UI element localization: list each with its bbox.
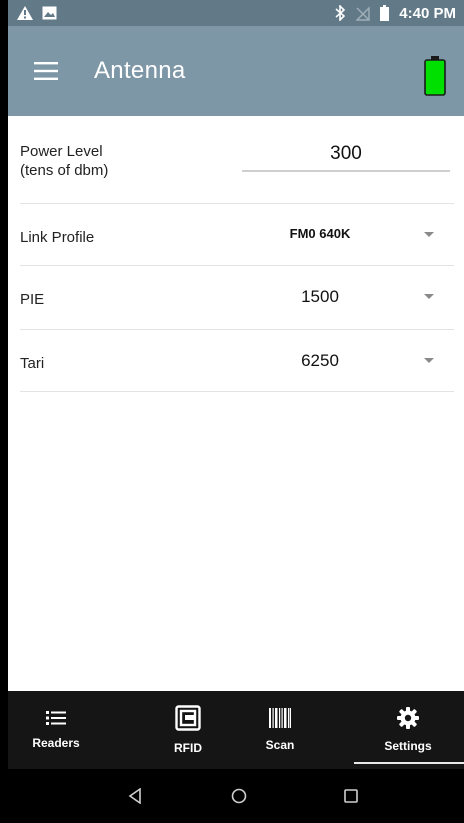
back-icon[interactable] — [120, 781, 150, 811]
gallery-icon — [42, 6, 57, 20]
nav-readers-label: Readers — [32, 736, 80, 750]
nav-settings-label: Settings — [384, 739, 432, 753]
chevron-down-icon[interactable] — [424, 358, 434, 363]
rfid-icon — [175, 705, 201, 736]
tari-row[interactable]: Tari 6250 — [20, 330, 454, 392]
tari-label: Tari — [20, 355, 45, 372]
battery-icon — [380, 5, 390, 21]
pie-value[interactable]: 1500 — [270, 287, 370, 307]
home-icon[interactable] — [224, 781, 254, 811]
nav-scan[interactable]: Scan — [240, 691, 320, 769]
link-profile-row[interactable]: Link Profile FM0 640K — [20, 204, 454, 266]
link-profile-label: Link Profile — [20, 229, 95, 246]
link-profile-value[interactable]: FM0 640K — [270, 226, 370, 241]
status-time: 4:40 PM — [399, 4, 456, 22]
power-level-input[interactable] — [242, 138, 450, 172]
system-navigation-bar — [8, 769, 464, 823]
app-screen: 4:40 PM Antenna Power Level (tens of dbm… — [8, 0, 464, 823]
no-sim-icon — [356, 5, 370, 21]
chevron-down-icon[interactable] — [424, 294, 434, 299]
warning-icon — [16, 5, 34, 21]
chevron-down-icon[interactable] — [424, 232, 434, 237]
page-title: Antenna — [94, 57, 186, 84]
power-level-row: Power Level (tens of dbm) — [20, 116, 454, 204]
nav-rfid[interactable]: RFID — [148, 691, 228, 769]
pie-label: PIE — [20, 291, 45, 308]
bottom-navigation: Readers RFID Scan Settings — [8, 691, 464, 769]
recents-icon[interactable] — [336, 781, 366, 811]
power-level-label-line2: (tens of dbm) — [20, 162, 109, 179]
nav-scan-label: Scan — [265, 738, 295, 752]
gear-icon — [397, 707, 419, 734]
bluetooth-icon — [334, 5, 346, 21]
nav-settings[interactable]: Settings — [368, 691, 448, 769]
pie-row[interactable]: PIE 1500 — [20, 266, 454, 330]
selected-tab-indicator — [354, 762, 464, 764]
battery-full-icon[interactable] — [424, 56, 446, 96]
list-icon — [46, 710, 66, 731]
tari-value[interactable]: 6250 — [270, 351, 370, 371]
nav-rfid-label: RFID — [174, 741, 202, 755]
barcode-icon — [269, 708, 291, 733]
power-level-label-line1: Power Level — [20, 143, 103, 160]
power-level-label: Power Level (tens of dbm) — [20, 142, 108, 180]
antenna-settings: Power Level (tens of dbm) Link Profile F… — [8, 116, 464, 691]
hamburger-menu-icon[interactable] — [18, 43, 74, 99]
app-bar: Antenna — [8, 26, 464, 116]
nav-readers[interactable]: Readers — [16, 691, 96, 769]
status-bar: 4:40 PM — [8, 0, 464, 26]
